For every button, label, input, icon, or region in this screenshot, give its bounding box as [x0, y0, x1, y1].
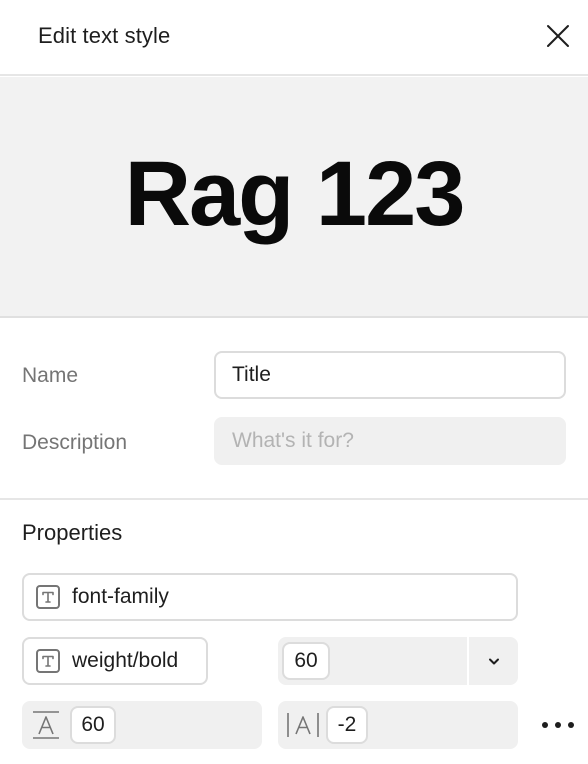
line-height-icon: [32, 710, 60, 740]
chevron-down-icon: [489, 658, 499, 665]
dialog-header: Edit text style: [0, 0, 588, 76]
text-icon: [36, 649, 60, 673]
line-height-value[interactable]: 60: [70, 706, 116, 744]
section-divider: [0, 498, 588, 500]
more-icon-dot: [555, 722, 561, 728]
close-button[interactable]: [540, 18, 576, 54]
more-options-button[interactable]: [540, 712, 576, 738]
dialog-title: Edit text style: [38, 23, 171, 48]
description-label: Description: [22, 431, 128, 454]
name-input[interactable]: Title: [214, 351, 566, 399]
font-size-field: 60: [278, 637, 518, 685]
font-family-token[interactable]: font-family: [22, 573, 518, 621]
letter-spacing-field: -2: [278, 701, 518, 749]
letter-spacing-value[interactable]: -2: [326, 706, 368, 744]
letter-spacing-icon: [286, 710, 320, 740]
more-icon-dot: [568, 722, 574, 728]
font-family-value: font-family: [72, 585, 169, 608]
more-icon-dot: [542, 722, 548, 728]
name-label: Name: [22, 364, 79, 387]
font-weight-token[interactable]: weight/bold: [22, 637, 208, 685]
description-input[interactable]: What's it for?: [214, 417, 566, 465]
field-separator: [467, 637, 469, 685]
properties-heading: Properties: [22, 520, 123, 545]
preview-sample-text: Rag 123: [124, 143, 466, 245]
font-size-value[interactable]: 60: [282, 642, 330, 680]
style-preview: Rag 123: [0, 77, 588, 318]
font-weight-value: weight/bold: [72, 649, 179, 672]
text-icon: [36, 585, 60, 609]
close-icon: [547, 25, 569, 47]
line-height-field: 60: [22, 701, 262, 749]
font-size-dropdown[interactable]: [482, 649, 506, 673]
